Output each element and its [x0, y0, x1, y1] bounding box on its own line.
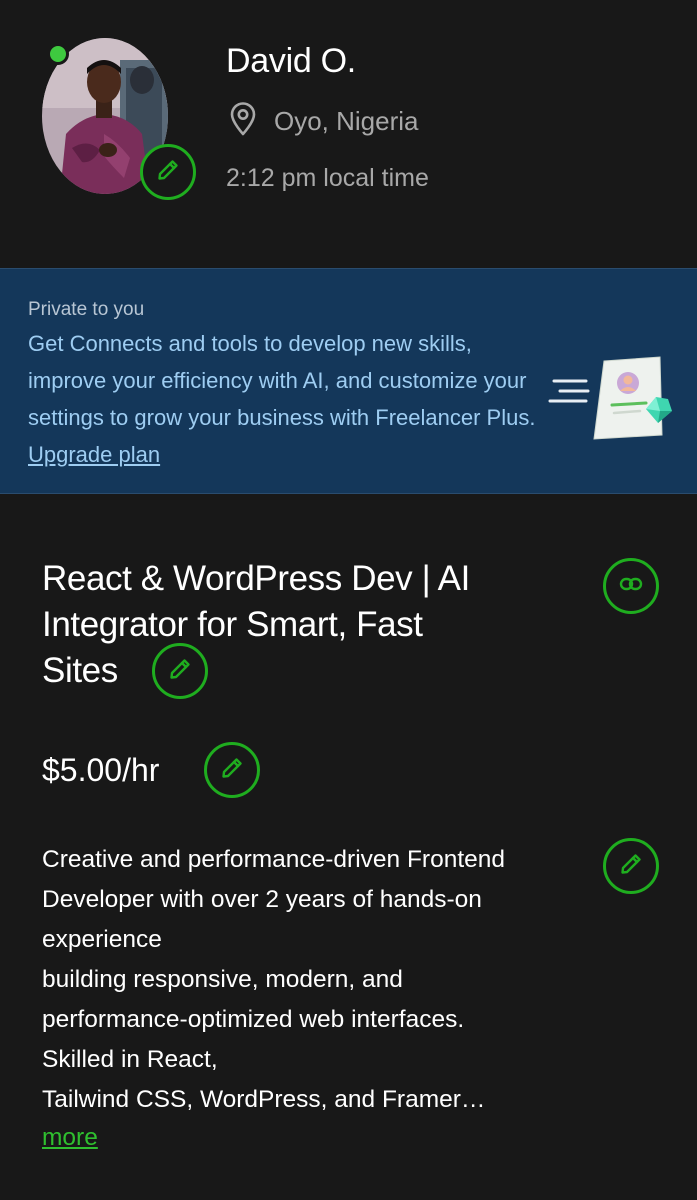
hourly-rate: $5.00/hr — [42, 752, 160, 788]
more-link[interactable]: more — [42, 1124, 98, 1152]
upgrade-plan-link[interactable]: Upgrade plan — [28, 442, 160, 467]
pencil-icon — [220, 756, 244, 785]
upgrade-illustration — [548, 353, 678, 446]
upgrade-promo-banner: Private to you Get Connects and tools to… — [0, 268, 697, 494]
online-status-dot — [47, 43, 69, 65]
overview-line: Creative and performance-driven Frontend — [42, 846, 506, 873]
local-time: 2:12 pm local time — [226, 164, 429, 192]
overview-line: building responsive, modern, and — [42, 966, 403, 993]
overview-line: performance-optimized web interfaces. — [42, 1006, 465, 1033]
overview-line: Developer with over 2 years of hands-on — [42, 886, 482, 913]
profile-overview: Creative and performance-driven Frontend… — [42, 840, 602, 1120]
promo-label: Private to you — [28, 299, 145, 320]
profile-name: David O. — [226, 42, 356, 80]
title-line: Sites — [42, 651, 118, 690]
profile-page: David O. Oyo, Nigeria 2:12 pm local time… — [0, 0, 697, 1200]
pencil-icon — [156, 158, 180, 187]
overview-line: Tailwind CSS, WordPress, and Framer… — [42, 1086, 486, 1113]
edit-overview-button[interactable] — [603, 838, 659, 894]
promo-text: Get Connects and tools to develop new sk… — [28, 325, 548, 473]
map-pin-icon — [228, 102, 258, 141]
location-text: Oyo, Nigeria — [274, 106, 419, 136]
link-icon — [618, 571, 644, 602]
location-row: Oyo, Nigeria — [228, 102, 419, 141]
edit-rate-button[interactable] — [204, 742, 260, 798]
promo-body: Get Connects and tools to develop new sk… — [28, 331, 536, 430]
edit-photo-button[interactable] — [140, 144, 196, 200]
pencil-icon — [168, 657, 192, 686]
overview-line: Skilled in React, — [42, 1046, 218, 1073]
profile-header: David O. Oyo, Nigeria 2:12 pm local time — [0, 0, 697, 268]
title-line: React & WordPress Dev | AI — [42, 559, 470, 598]
title-line: Integrator for Smart, Fast — [42, 605, 423, 644]
copy-profile-link-button[interactable] — [603, 558, 659, 614]
avatar-container — [42, 38, 196, 202]
pencil-icon — [619, 852, 643, 881]
profile-title: React & WordPress Dev | AI Integrator fo… — [42, 556, 562, 694]
overview-line: experience — [42, 926, 162, 953]
edit-title-button[interactable] — [152, 643, 208, 699]
